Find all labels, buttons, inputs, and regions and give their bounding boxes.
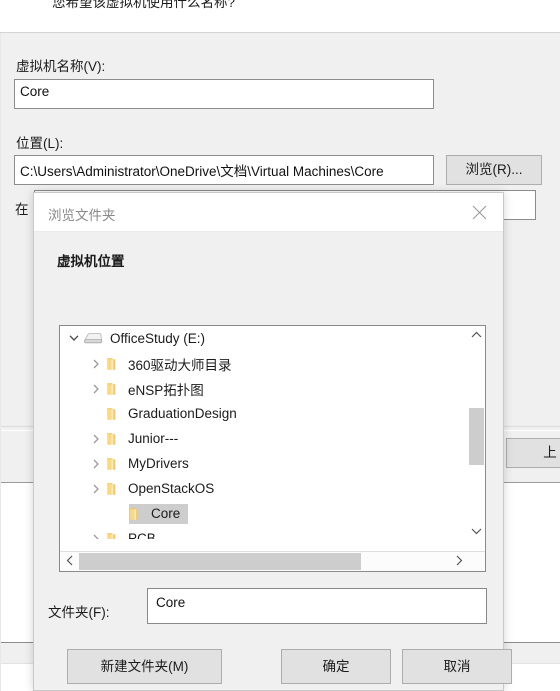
wizard-header: 您希望该虚拟机使用什么名称? <box>0 0 560 32</box>
vm-name-label: 虚拟机名称(V): <box>16 59 106 74</box>
folder-tree[interactable]: OfficeStudy (E:) 360驱动大师目录 eNSP拓扑图 Graduati… <box>60 326 468 539</box>
folder-icon <box>106 431 121 447</box>
tree-item-label: MyDrivers <box>128 456 189 471</box>
folder-name-input[interactable]: Core <box>147 588 487 624</box>
tree-item-label: OpenStackOS <box>128 481 215 496</box>
new-folder-button[interactable]: 新建文件夹(M) <box>67 649 222 684</box>
tree-item-content[interactable]: OpenStackOS <box>106 479 222 499</box>
tree-item-label: OfficeStudy (E:) <box>110 331 206 346</box>
tree-item-content[interactable]: MyDrivers <box>106 454 197 474</box>
tree-item[interactable]: eNSP拓扑图 <box>60 376 468 401</box>
folder-icon <box>106 356 121 372</box>
tree-item-label: eNSP拓扑图 <box>128 382 204 398</box>
scroll-left-button[interactable] <box>61 552 78 570</box>
scroll-thumb-vertical[interactable] <box>469 408 484 465</box>
dialog-title: 浏览文件夹 <box>48 208 116 223</box>
tree-item[interactable]: GraduationDesign <box>60 401 468 426</box>
cancel-button[interactable]: 取消 <box>402 649 512 684</box>
tree-item[interactable]: Core <box>60 501 468 526</box>
chevron-right-icon[interactable] <box>87 526 106 539</box>
close-button[interactable] <box>457 193 501 230</box>
drive-icon <box>83 331 103 347</box>
tree-item-content[interactable]: OfficeStudy (E:) <box>83 329 213 349</box>
tree-item[interactable]: PCB <box>60 526 468 539</box>
vm-name-input[interactable]: Core <box>14 79 434 109</box>
tree-item[interactable]: OfficeStudy (E:) <box>60 326 468 351</box>
wizard-heading: 您希望该虚拟机使用什么名称? <box>52 0 236 10</box>
tree-item-content[interactable]: Junior--- <box>106 429 186 449</box>
chevron-right-icon[interactable] <box>87 376 106 401</box>
scroll-up-button[interactable] <box>468 326 485 343</box>
dialog-section-title: 虚拟机位置 <box>57 254 125 269</box>
tree-item[interactable]: MyDrivers <box>60 451 468 476</box>
folder-icon <box>106 406 121 422</box>
tree-item-label: Junior--- <box>128 431 179 446</box>
tree-item-label: Core <box>151 506 181 521</box>
wizard-header-divider <box>0 32 560 33</box>
tree-horizontal-scrollbar[interactable] <box>60 551 485 571</box>
tree-item[interactable]: Junior--- <box>60 426 468 451</box>
tree-item[interactable]: OpenStackOS <box>60 476 468 501</box>
folder-icon <box>129 506 144 522</box>
tree-item-label: PCB <box>128 531 156 539</box>
tree-item-content[interactable]: GraduationDesign <box>106 404 245 424</box>
tree-item-content[interactable]: eNSP拓扑图 <box>106 377 212 401</box>
wizard-back-button[interactable]: 上 <box>506 438 560 468</box>
vm-location-input[interactable]: C:\Users\Administrator\OneDrive\文档\Virtu… <box>14 155 434 185</box>
chevron-down-icon[interactable] <box>64 326 83 351</box>
scroll-down-button[interactable] <box>468 522 485 539</box>
browse-folder-dialog: 浏览文件夹 虚拟机位置 OfficeStudy (E:) 360驱动大师目录 eNS… <box>33 192 512 691</box>
folder-icon <box>106 531 121 539</box>
tree-item[interactable]: 360驱动大师目录 <box>60 351 468 376</box>
folder-icon <box>106 481 121 497</box>
chevron-right-icon[interactable] <box>87 351 106 376</box>
wizard-left-edge <box>0 33 1 691</box>
folder-tree-container: OfficeStudy (E:) 360驱动大师目录 eNSP拓扑图 Graduati… <box>59 325 486 572</box>
chevron-right-icon[interactable] <box>87 451 106 476</box>
scroll-right-button[interactable] <box>450 552 467 570</box>
scroll-thumb-horizontal[interactable] <box>79 553 361 570</box>
twisty-spacer <box>110 501 129 526</box>
tree-vertical-scrollbar[interactable] <box>467 326 485 539</box>
twisty-spacer <box>87 401 106 426</box>
tree-item-content[interactable]: 360驱动大师目录 <box>106 352 240 376</box>
folder-icon <box>106 381 121 397</box>
dialog-titlebar: 浏览文件夹 <box>34 193 503 232</box>
ok-button[interactable]: 确定 <box>281 649 391 684</box>
chevron-right-icon[interactable] <box>87 426 106 451</box>
browse-button[interactable]: 浏览(R)... <box>446 155 542 185</box>
folder-name-label: 文件夹(F): <box>48 605 110 620</box>
vm-hint-label: 在 <box>15 202 29 217</box>
chevron-right-icon[interactable] <box>87 476 106 501</box>
tree-item-content[interactable]: Core <box>129 503 189 524</box>
vm-location-label: 位置(L): <box>16 136 64 151</box>
tree-item-label: GraduationDesign <box>128 406 237 421</box>
folder-icon <box>106 456 121 472</box>
scrollbar-corner <box>467 552 485 570</box>
tree-item-label: 360驱动大师目录 <box>128 357 232 373</box>
tree-item-content[interactable]: PCB <box>106 529 164 539</box>
